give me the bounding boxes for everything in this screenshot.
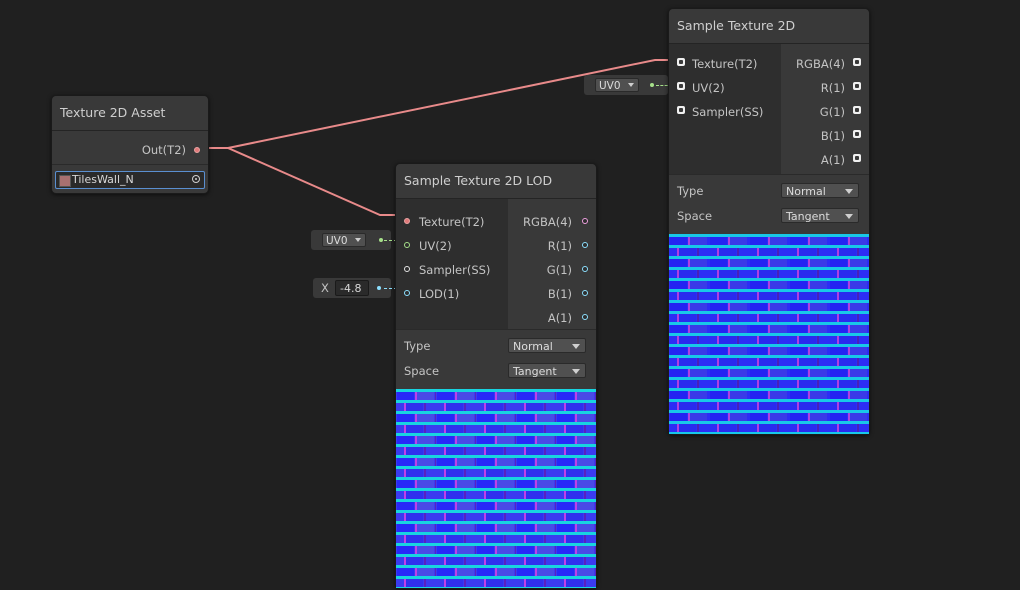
output-label-b: B(1): [547, 287, 572, 301]
output-label-a: A(1): [547, 311, 572, 325]
node-title: Sample Texture 2D: [669, 9, 869, 44]
type-dropdown[interactable]: Normal: [781, 183, 859, 198]
chevron-down-icon: [355, 238, 361, 242]
space-value: Tangent: [513, 365, 557, 378]
type-value: Normal: [786, 185, 826, 198]
output-label-g: G(1): [819, 105, 845, 119]
type-label: Type: [677, 184, 704, 198]
input-port-uv[interactable]: [404, 242, 410, 248]
type-value: Normal: [513, 340, 553, 353]
lod-axis-label: X: [321, 281, 329, 295]
uv-connector-dot: [379, 238, 383, 242]
output-label-r: R(1): [820, 81, 845, 95]
input-label-sampler: Sampler(SS): [692, 105, 764, 119]
lod-inline-control[interactable]: X -4.8: [313, 278, 391, 298]
asset-name: TilesWall_N: [72, 173, 134, 186]
output-label-out: Out(T2): [141, 143, 186, 157]
sample-preview-image: [669, 234, 869, 434]
type-label: Type: [404, 339, 431, 353]
texture-swatch-icon: [59, 175, 71, 187]
sample-uv-connector-dot: [650, 83, 654, 87]
input-port-sampler[interactable]: [404, 266, 410, 272]
space-label: Space: [677, 209, 713, 223]
output-port-r[interactable]: [582, 242, 588, 248]
input-port-texture[interactable]: [677, 58, 685, 66]
output-port-r[interactable]: [853, 82, 861, 90]
chevron-down-icon: [845, 189, 853, 194]
output-label-a: A(1): [820, 153, 845, 167]
output-port-a[interactable]: [582, 314, 588, 320]
output-port-g[interactable]: [582, 266, 588, 272]
lod-value-field[interactable]: -4.8: [335, 280, 369, 296]
output-label-rgba: RGBA(4): [796, 57, 845, 71]
output-port-a[interactable]: [853, 154, 861, 162]
sample-uv-channel-dropdown[interactable]: UV0: [595, 78, 639, 92]
wire-out-to-sample-texture: [201, 59, 672, 149]
sample-texture-2d-lod-node[interactable]: Sample Texture 2D LOD Texture(T2) UV(2) …: [395, 163, 597, 589]
input-label-uv: UV(2): [419, 239, 452, 253]
output-label-rgba: RGBA(4): [523, 215, 572, 229]
input-port-lod[interactable]: [404, 290, 410, 296]
space-dropdown[interactable]: Tangent: [781, 208, 859, 223]
input-label-uv: UV(2): [692, 81, 725, 95]
input-port-texture[interactable]: [404, 218, 410, 224]
node-title: Sample Texture 2D LOD: [396, 164, 596, 199]
lod-value: -4.8: [340, 282, 362, 295]
input-port-uv[interactable]: [677, 82, 685, 90]
divider: [396, 329, 596, 330]
uv-channel-value: UV0: [326, 235, 348, 247]
space-value: Tangent: [786, 210, 830, 223]
chevron-down-icon: [572, 369, 580, 374]
output-label-g: G(1): [546, 263, 572, 277]
brick-normal-map-preview: [669, 234, 869, 434]
input-label-texture: Texture(T2): [692, 57, 758, 71]
sample-texture-2d-node[interactable]: Sample Texture 2D Texture(T2) UV(2) Samp…: [668, 8, 870, 435]
divider: [52, 164, 208, 165]
texture-2d-asset-node[interactable]: Texture 2D Asset Out(T2) TilesWall_N: [51, 95, 209, 194]
input-port-sampler[interactable]: [677, 106, 685, 114]
output-port-rgba[interactable]: [853, 58, 861, 66]
lod-connector-dot: [377, 286, 381, 290]
output-port-out[interactable]: [194, 147, 200, 153]
wire-out-to-lod-texture: [201, 147, 404, 216]
space-dropdown[interactable]: Tangent: [508, 363, 586, 378]
space-label: Space: [404, 364, 440, 378]
output-port-b[interactable]: [853, 130, 861, 138]
divider: [669, 174, 869, 175]
output-label-r: R(1): [547, 239, 572, 253]
output-port-b[interactable]: [582, 290, 588, 296]
output-label-b: B(1): [820, 129, 845, 143]
target-icon[interactable]: [192, 175, 200, 183]
uv-inline-control[interactable]: UV0: [311, 230, 391, 250]
output-port-rgba[interactable]: [582, 218, 588, 224]
uv-channel-dropdown[interactable]: UV0: [322, 233, 366, 247]
input-label-sampler: Sampler(SS): [419, 263, 491, 277]
chevron-down-icon: [628, 83, 634, 87]
brick-normal-map-preview: [396, 389, 596, 588]
chevron-down-icon: [845, 214, 853, 219]
node-title: Texture 2D Asset: [52, 96, 208, 131]
input-label-lod: LOD(1): [419, 287, 460, 301]
chevron-down-icon: [572, 344, 580, 349]
output-port-g[interactable]: [853, 106, 861, 114]
type-dropdown[interactable]: Normal: [508, 338, 586, 353]
sample-uv-channel-value: UV0: [599, 80, 621, 92]
asset-object-field[interactable]: TilesWall_N: [55, 171, 205, 189]
lod-preview-image: [396, 389, 596, 588]
input-label-texture: Texture(T2): [419, 215, 485, 229]
